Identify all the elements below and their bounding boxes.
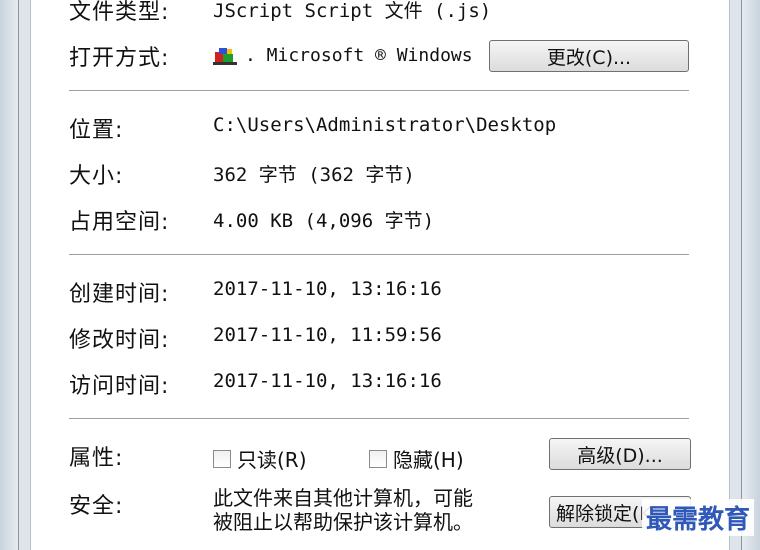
- size-on-disk-label: 占用空间:: [69, 210, 170, 235]
- size-value: 362 字节 (362 字节): [213, 164, 415, 186]
- checkbox-box[interactable]: [213, 449, 231, 468]
- hidden-label: 隐藏(H): [393, 448, 464, 472]
- window-frame-left: [0, 0, 19, 550]
- location-label: 位置:: [69, 118, 124, 143]
- attributes-label: 属性:: [69, 446, 124, 471]
- hidden-checkbox[interactable]: 隐藏(H): [369, 444, 464, 473]
- change-button[interactable]: 更改(C)...: [489, 40, 689, 72]
- size-on-disk-value: 4.00 KB (4,096 字节): [213, 210, 435, 232]
- modified-label: 修改时间:: [69, 328, 170, 353]
- watermark-logo: 最需教育: [641, 499, 754, 536]
- file-type-value: JScript Script 文件 (.js): [213, 0, 492, 22]
- accessed-label: 访问时间:: [69, 374, 170, 399]
- created-value: 2017-11-10, 13:16:16: [213, 278, 442, 300]
- separator: [69, 418, 689, 419]
- security-message: 此文件来自其他计算机，可能 被阻止以帮助保护该计算机。: [213, 486, 473, 534]
- checkbox-box[interactable]: [369, 449, 387, 468]
- security-message-line2: 被阻止以帮助保护该计算机。: [213, 510, 473, 534]
- readonly-label: 只读(R): [237, 448, 307, 472]
- readonly-checkbox[interactable]: 只读(R): [213, 444, 307, 473]
- size-label: 大小:: [69, 164, 124, 189]
- security-label: 安全:: [69, 494, 124, 519]
- open-with-label: 打开方式:: [69, 46, 170, 71]
- location-value: C:\Users\Administrator\Desktop: [213, 114, 557, 136]
- accessed-value: 2017-11-10, 13:16:16: [213, 370, 442, 392]
- security-message-line1: 此文件来自其他计算机，可能: [213, 486, 473, 510]
- open-with-app-name: . Microsoft ® Windows: [245, 44, 473, 66]
- file-type-label: 文件类型:: [69, 0, 170, 25]
- created-label: 创建时间:: [69, 282, 170, 307]
- windows-script-host-icon: [213, 46, 239, 65]
- open-with-app: . Microsoft ® Windows: [213, 40, 473, 70]
- modified-value: 2017-11-10, 11:59:56: [213, 324, 442, 346]
- advanced-button[interactable]: 高级(D)...: [549, 438, 691, 470]
- window-frame-right: [741, 0, 760, 550]
- properties-panel: 文件类型: JScript Script 文件 (.js) 打开方式: . Mi…: [30, 0, 730, 550]
- separator: [69, 90, 689, 91]
- separator: [69, 254, 689, 255]
